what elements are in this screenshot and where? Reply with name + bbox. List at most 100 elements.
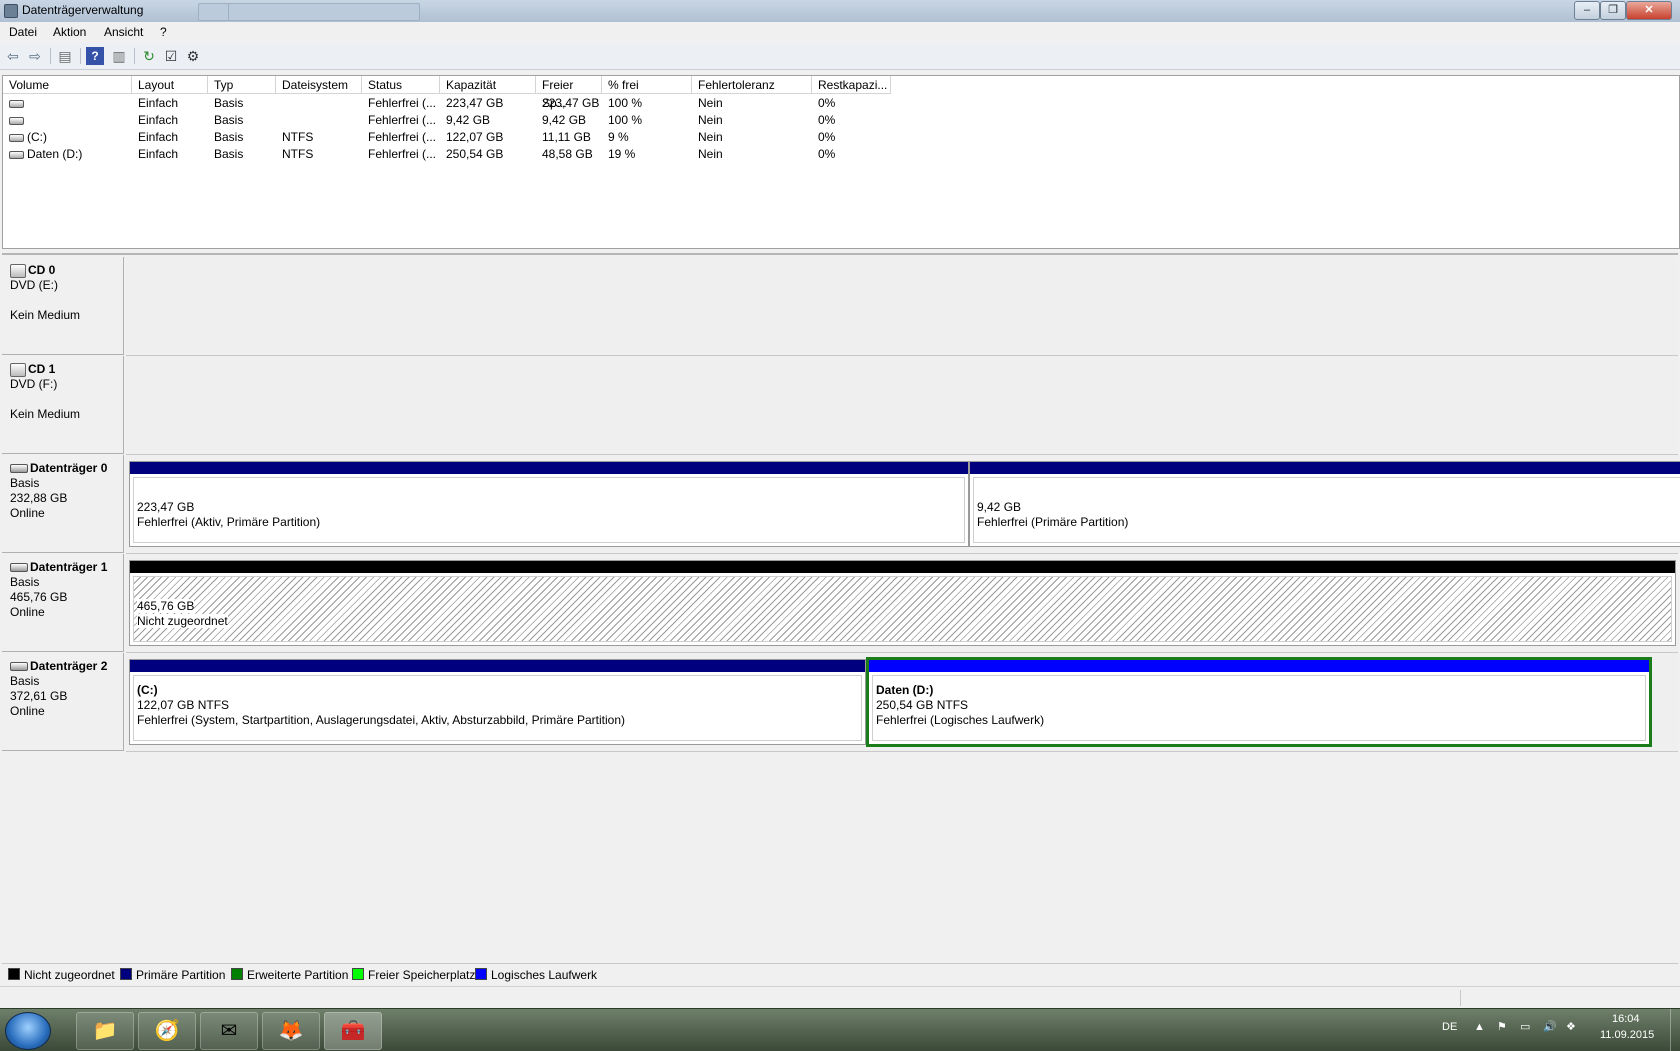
disk-name: CD 0 xyxy=(28,263,56,277)
cell-status: Fehlerfrei (... xyxy=(368,130,437,144)
partition[interactable]: 223,47 GB Fehlerfrei (Aktiv, Primäre Par… xyxy=(129,461,969,547)
disk-label[interactable]: CD 1 DVD (F:) Kein Medium xyxy=(2,356,124,454)
table-row[interactable]: Daten (D:) Einfach Basis NTFS Fehlerfrei… xyxy=(3,146,891,163)
menu-help[interactable]: ? xyxy=(160,25,167,39)
legend-item: Nicht zugeordnet xyxy=(8,968,115,982)
status-bar xyxy=(0,986,1680,1009)
partition-size: 223,47 GB xyxy=(137,500,195,514)
dropbox-icon[interactable]: ❖ xyxy=(1566,1020,1576,1033)
safari-icon[interactable]: 🧭 xyxy=(138,1012,196,1050)
menu-datei[interactable]: Datei xyxy=(9,25,37,39)
language-indicator[interactable]: DE xyxy=(1442,1021,1457,1033)
col-restkapazitaet[interactable]: Restkapazi... xyxy=(812,76,891,94)
table-row[interactable]: (C:) Einfach Basis NTFS Fehlerfrei (... … xyxy=(3,129,891,146)
partition-unallocated[interactable]: 465,76 GB Nicht zugeordnet xyxy=(129,560,1676,646)
partition-selected[interactable]: Daten (D:) 250,54 GB NTFS Fehlerfrei (Lo… xyxy=(866,657,1652,747)
thunderbird-icon[interactable]: ✉ xyxy=(200,1012,258,1050)
cell-freier-speicher: 48,58 GB xyxy=(542,147,593,161)
partition-status: Fehlerfrei (Logisches Laufwerk) xyxy=(876,713,1045,727)
partition-size: 465,76 GB xyxy=(137,599,195,613)
disk-content: 465,76 GB Nicht zugeordnet xyxy=(126,554,1678,653)
menu-ansicht[interactable]: Ansicht xyxy=(104,25,143,39)
cell-fehlertoleranz: Nein xyxy=(698,130,723,144)
col-status[interactable]: Status xyxy=(362,76,440,94)
forward-arrow-icon[interactable]: ⇨ xyxy=(26,47,44,65)
taskbar: 📁 🧭 ✉ 🦊 🧰 DE ▲ ⚑ ▭ 🔊 ❖ 16:04 11.09.2015 xyxy=(0,1008,1680,1051)
disk-line2: 232,88 GB xyxy=(10,491,68,505)
cell-prozent-frei: 9 % xyxy=(608,130,629,144)
cell-restkapazitaet: 0% xyxy=(818,130,836,144)
disk-label[interactable]: CD 0 DVD (E:) Kein Medium xyxy=(2,257,124,355)
menu-aktion[interactable]: Aktion xyxy=(53,25,86,39)
back-arrow-icon[interactable]: ⇦ xyxy=(4,47,22,65)
volume-speaker-icon[interactable]: 🔊 xyxy=(1543,1020,1557,1033)
windows-explorer-icon[interactable]: 📁 xyxy=(76,1012,134,1050)
disk-row-cd1[interactable]: CD 1 DVD (F:) Kein Medium xyxy=(2,356,1678,455)
toolbox-icon[interactable]: 🧰 xyxy=(324,1012,382,1050)
col-freier-speicher[interactable]: Freier Sp... xyxy=(536,76,602,110)
col-typ[interactable]: Typ xyxy=(208,76,276,94)
toolbar-separator xyxy=(80,48,81,64)
col-dateisystem[interactable]: Dateisystem xyxy=(276,76,362,94)
maximize-button[interactable]: ❐ xyxy=(1600,1,1626,20)
col-volume[interactable]: Volume xyxy=(3,76,132,94)
help-icon[interactable]: ? xyxy=(86,47,104,65)
table-row[interactable]: Einfach Basis Fehlerfrei (... 9,42 GB 9,… xyxy=(3,112,891,129)
legend-item: Logisches Laufwerk xyxy=(475,968,597,982)
toolbar-separator xyxy=(134,48,135,64)
disk-label[interactable]: Datenträger 0 Basis 232,88 GB Online xyxy=(2,455,124,553)
disk-row-disk2[interactable]: Datenträger 2 Basis 372,61 GB Online (C:… xyxy=(2,653,1678,752)
disk-row-cd0[interactable]: CD 0 DVD (E:) Kein Medium xyxy=(2,257,1678,356)
network-icon[interactable]: ▭ xyxy=(1520,1020,1530,1033)
firefox-icon[interactable]: 🦊 xyxy=(262,1012,320,1050)
cell-typ: Basis xyxy=(214,96,244,110)
app-icon xyxy=(4,4,18,18)
disk-label[interactable]: Datenträger 2 Basis 372,61 GB Online xyxy=(2,653,124,751)
settings-icon[interactable]: ⚙ xyxy=(184,47,202,65)
hard-disk-icon xyxy=(10,464,28,474)
cd-drive-icon xyxy=(10,263,26,278)
disk-line1: DVD (F:) xyxy=(10,377,58,391)
partition[interactable]: (C:) 122,07 GB NTFS Fehlerfrei (System, … xyxy=(129,659,866,745)
cell-prozent-frei: 100 % xyxy=(608,113,643,127)
partition-status: Fehlerfrei (System, Startpartition, Ausl… xyxy=(137,713,625,727)
start-button[interactable] xyxy=(5,1012,51,1050)
disk-content: (C:) 122,07 GB NTFS Fehlerfrei (System, … xyxy=(126,653,1678,752)
partition-title: Daten (D:) xyxy=(876,683,934,697)
disk-line3: Kein Medium xyxy=(10,308,81,322)
col-kapazitaet[interactable]: Kapazität xyxy=(440,76,536,94)
col-layout[interactable]: Layout xyxy=(132,76,208,94)
cell-freier-speicher: 223,47 GB xyxy=(542,96,600,110)
close-button[interactable]: ✕ xyxy=(1626,1,1672,20)
properties-icon[interactable]: ☑ xyxy=(162,47,180,65)
disk-row-disk1[interactable]: Datenträger 1 Basis 465,76 GB Online 465… xyxy=(2,554,1678,653)
clock-date[interactable]: 11.09.2015 xyxy=(1600,1029,1654,1041)
disk-row-disk0[interactable]: Datenträger 0 Basis 232,88 GB Online 223… xyxy=(2,455,1680,554)
volume-drive-icon xyxy=(9,99,24,108)
show-hidden-icons-icon[interactable]: ▲ xyxy=(1474,1021,1485,1033)
minimize-button[interactable]: – xyxy=(1574,1,1600,20)
legend-bar: Nicht zugeordnet Primäre Partition Erwei… xyxy=(2,963,1678,986)
show-desktop-button[interactable] xyxy=(1670,1009,1680,1051)
col-prozent-frei[interactable]: % frei xyxy=(602,76,692,94)
cell-dateisystem xyxy=(276,95,362,112)
cell-prozent-frei: 19 % xyxy=(608,147,636,161)
refresh-icon[interactable]: ↻ xyxy=(140,47,158,65)
cell-status: Fehlerfrei (... xyxy=(368,113,437,127)
partition-title: (C:) xyxy=(137,683,158,697)
disk-name: Datenträger 0 xyxy=(30,461,108,475)
console-tree-icon[interactable]: ▤ xyxy=(56,47,74,65)
col-fehlertoleranz[interactable]: Fehlertoleranz xyxy=(692,76,812,94)
disk-line2: 465,76 GB xyxy=(10,590,68,604)
clock-time[interactable]: 16:04 xyxy=(1612,1013,1640,1025)
show-pane-icon[interactable]: ▥ xyxy=(110,47,128,65)
disk-line3: Online xyxy=(10,605,45,619)
action-center-flag-icon[interactable]: ⚑ xyxy=(1497,1020,1507,1033)
cell-fehlertoleranz: Nein xyxy=(698,147,723,161)
disk-label[interactable]: Datenträger 1 Basis 465,76 GB Online xyxy=(2,554,124,652)
disk-line1: DVD (E:) xyxy=(10,278,58,292)
partition[interactable]: 9,42 GB Fehlerfrei (Primäre Partition) xyxy=(969,461,1680,547)
partition-size: 122,07 GB NTFS xyxy=(137,698,230,712)
table-row[interactable]: Einfach Basis Fehlerfrei (... 223,47 GB … xyxy=(3,95,891,112)
partition-status: Fehlerfrei (Primäre Partition) xyxy=(977,515,1129,529)
